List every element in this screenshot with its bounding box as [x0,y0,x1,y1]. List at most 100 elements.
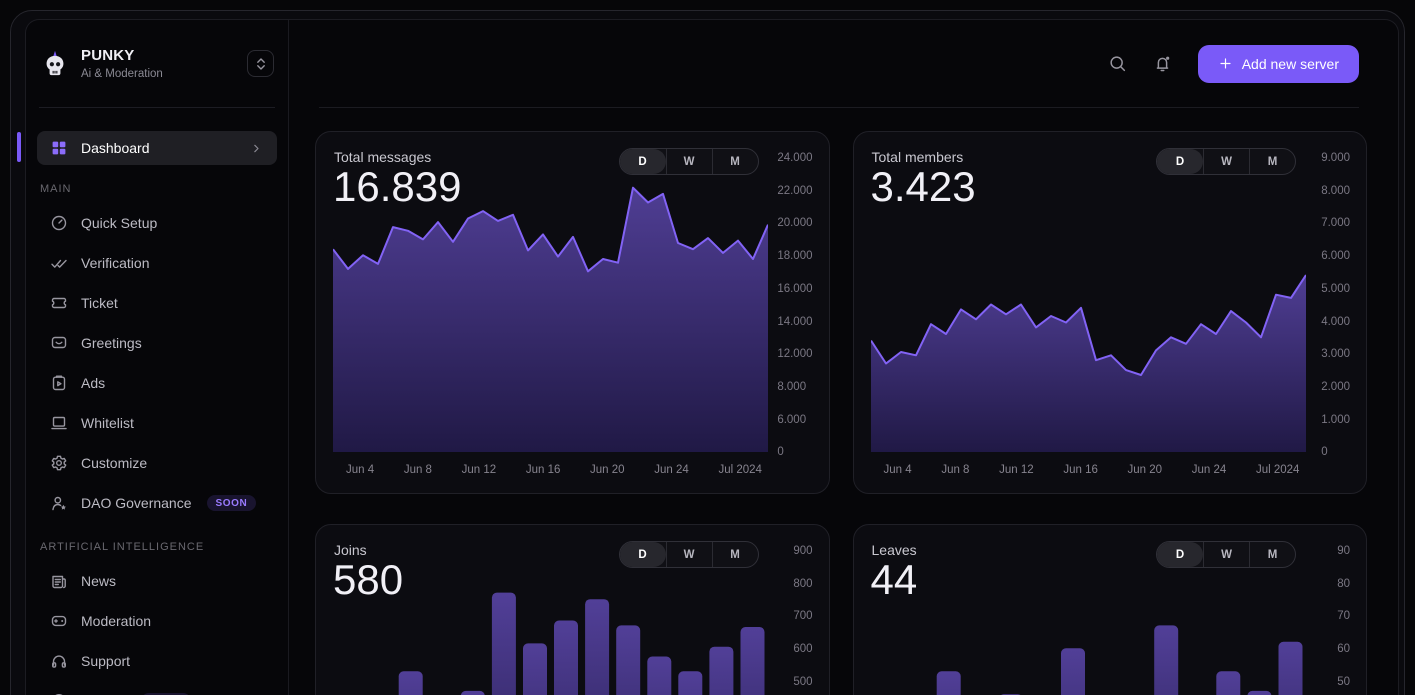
sidebar-nav: Dashboard MAIN Quick Setup Verification Tick… [26,108,288,695]
sidebar: PUNKY Ai & Moderation Dashboard MAIN Quick… [26,20,289,695]
x-axis-label: Jul 2024 [1256,464,1299,476]
card-leaves: Leaves44DWM9080706050 [853,524,1368,695]
sidebar-item-moderation[interactable]: Moderation [37,601,277,641]
news-icon [50,572,68,590]
y-axis-label: 16.000 [777,283,812,316]
card-total-members: Total members3.423DWM9.0008.0007.0006.00… [853,131,1368,494]
chevrons-up-down-icon [252,55,270,73]
server-switcher-button[interactable] [247,50,274,77]
total-messages-y-axis: 24.00022.00020.00018.00016.00014.00012.0… [777,152,812,479]
y-axis-label: 20.000 [777,217,812,250]
x-axis-label: Jun 16 [1063,464,1098,476]
y-axis-label: 600 [793,643,812,676]
y-axis-label: 9.000 [1321,152,1350,185]
active-nav-indicator [17,132,21,162]
x-axis-label: Jun 20 [1128,464,1163,476]
sidebar-item-label: Ads [81,375,105,391]
x-axis-label: Jun 24 [1192,464,1227,476]
sidebar-item-label: Verification [81,255,149,271]
x-axis-label: Jun 8 [404,464,432,476]
sidebar-item-ticket[interactable]: Ticket [37,283,277,323]
gear-icon [50,454,68,472]
sidebar-item-label: Quick Setup [81,215,157,231]
y-axis-label: 0 [1321,446,1350,479]
y-axis-label: 90 [1337,545,1350,578]
add-new-server-button[interactable]: Add new server [1198,45,1359,83]
sidebar-item-customize[interactable]: Customize [37,443,277,483]
nav-section-artificial-intelligence: ARTIFICIAL INTELLIGENCE [40,541,274,553]
sidebar-item-news[interactable]: News [37,561,277,601]
y-axis-label: 0 [777,446,812,479]
user-star-icon [50,494,68,512]
sidebar-item-label: Dashboard [81,140,150,156]
leaves-chart [871,550,1306,695]
y-axis-label: 60 [1337,643,1350,676]
x-axis-label: Jun 24 [654,464,689,476]
y-axis-label: 1.000 [1321,414,1350,447]
skull-logo-icon [40,49,70,79]
y-axis-label: 2.000 [1321,381,1350,414]
laptop-icon [50,414,68,432]
y-axis-label: 800 [793,578,812,611]
y-axis-label: 8.000 [777,381,812,414]
search-icon[interactable] [1108,54,1127,73]
nav-section-main: MAIN [40,183,274,195]
ticket-icon [50,294,68,312]
notifications-bell-icon[interactable] [1153,54,1172,73]
y-axis-label: 500 [793,676,812,695]
sidebar-item-quick-setup[interactable]: Quick Setup [37,203,277,243]
x-axis-label: Jul 2024 [718,464,761,476]
joins-y-axis: 900800700600500 [793,545,812,695]
grid-icon [50,139,68,157]
x-axis-label: Jun 4 [346,464,374,476]
sidebar-item-dao-governance[interactable]: DAO Governance SOON [37,483,277,523]
y-axis-label: 6.000 [777,414,812,447]
sidebar-item-label: Ticket [81,295,118,311]
x-axis-label: Jun 20 [590,464,625,476]
topbar: Add new server [290,20,1398,107]
main-area: Add new server Total messages16.839DWM24… [290,20,1398,695]
bell-glyph [1153,54,1172,73]
sidebar-item-label: Customize [81,455,147,471]
total-messages-x-axis: Jun 4Jun 8Jun 12Jun 16Jun 20Jun 24Jul 20… [333,464,768,476]
sidebar-item-label: Whitelist [81,415,134,431]
sidebar-item-greetings[interactable]: Greetings [37,323,277,363]
sidebar-item-support[interactable]: Support [37,641,277,681]
server-meta: PUNKY Ai & Moderation [81,47,236,80]
joins-chart [333,550,768,695]
total-members-x-axis: Jun 4Jun 8Jun 12Jun 16Jun 20Jun 24Jul 20… [871,464,1306,476]
app-panel: PUNKY Ai & Moderation Dashboard MAIN Quick… [25,19,1399,695]
y-axis-label: 6.000 [1321,250,1350,283]
clipboard-icon [50,374,68,392]
y-axis-label: 7.000 [1321,217,1350,250]
topbar-divider [319,107,1359,108]
server-selector[interactable]: PUNKY Ai & Moderation [26,20,288,107]
y-axis-label: 50 [1337,676,1350,695]
server-subtitle: Ai & Moderation [81,68,236,80]
sidebar-item-whitelist[interactable]: Whitelist [37,403,277,443]
sidebar-item-verification[interactable]: Verification [37,243,277,283]
y-axis-label: 80 [1337,578,1350,611]
search-glyph [1108,54,1127,73]
x-axis-label: Jun 4 [884,464,912,476]
y-axis-label: 4.000 [1321,316,1350,349]
sidebar-item-label: News [81,573,116,589]
sidebar-item-label: Greetings [81,335,142,351]
y-axis-label: 14.000 [777,316,812,349]
sidebar-item-growth[interactable]: GrowthSOON [37,681,277,695]
headphones-icon [50,652,68,670]
soon-badge: SOON [207,495,257,511]
sidebar-item-dashboard[interactable]: Dashboard [37,131,277,165]
sidebar-item-ads[interactable]: Ads [37,363,277,403]
y-axis-label: 70 [1337,610,1350,643]
sidebar-item-label: DAO Governance [81,495,192,511]
y-axis-label: 900 [793,545,812,578]
card-total-messages: Total messages16.839DWM24.00022.00020.00… [315,131,830,494]
total-members-chart [871,157,1306,452]
bot-icon [50,612,68,630]
sidebar-item-label: Support [81,653,130,669]
x-axis-label: Jun 12 [999,464,1034,476]
app-window: PUNKY Ai & Moderation Dashboard MAIN Quick… [10,10,1405,695]
y-axis-label: 700 [793,610,812,643]
gauge-icon [50,214,68,232]
